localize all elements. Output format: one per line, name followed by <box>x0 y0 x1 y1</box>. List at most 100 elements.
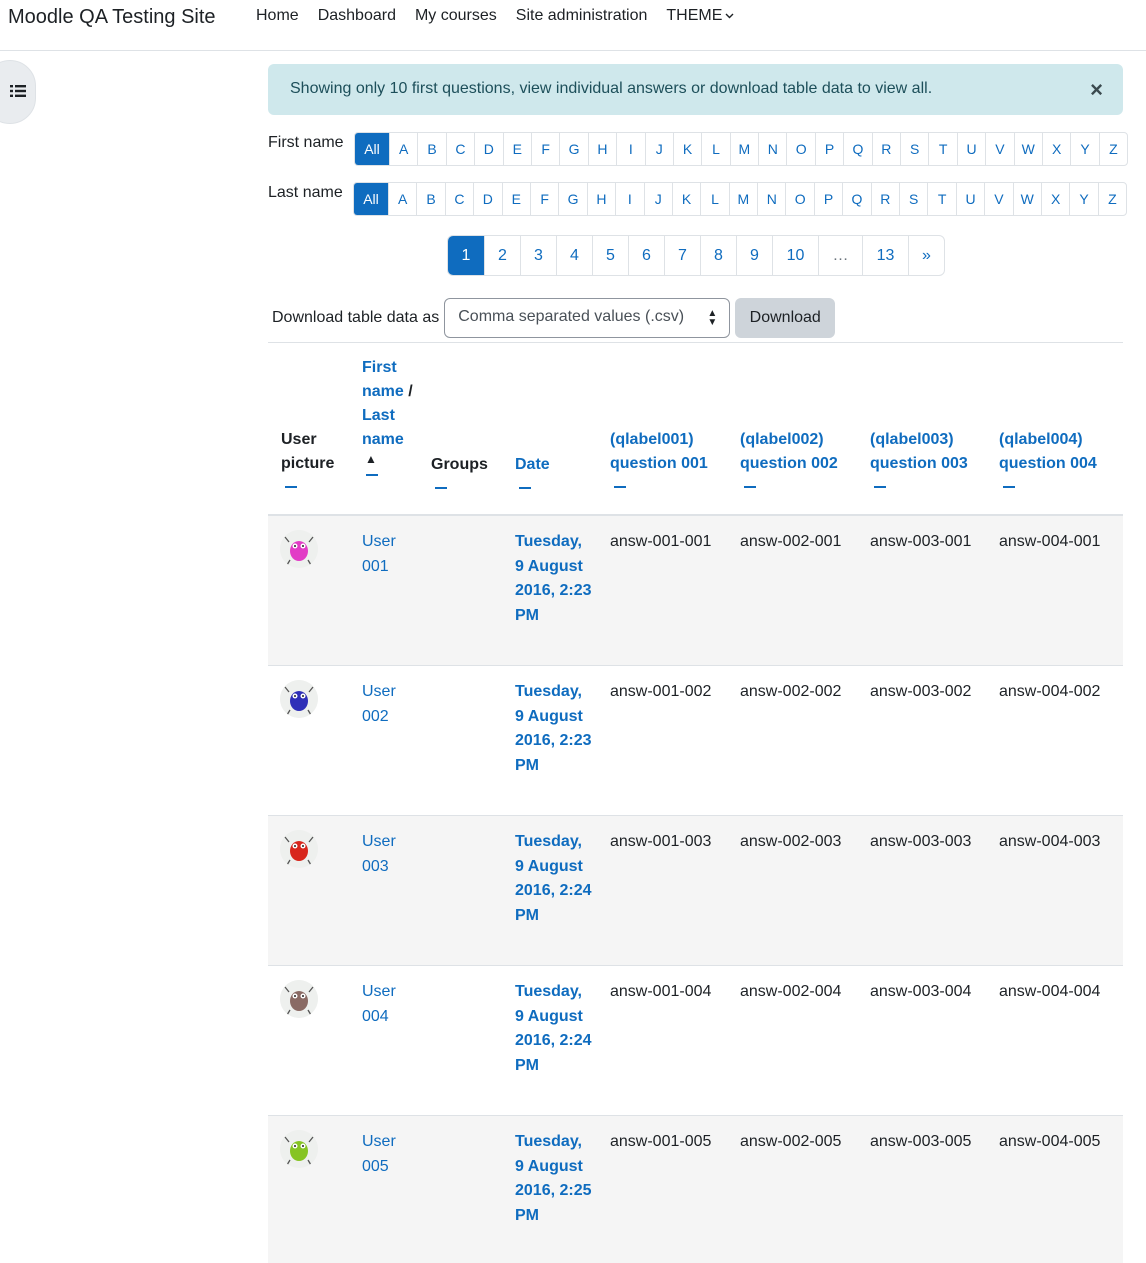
attempt-date-link[interactable]: Tuesday, 9 August 2016, 2:25 PM <box>515 1130 595 1228</box>
lastname-initial-w[interactable]: W <box>1012 183 1041 215</box>
download-button[interactable]: Download <box>735 298 836 338</box>
user-avatar[interactable] <box>280 530 318 568</box>
user-name-link[interactable]: User 002 <box>362 680 412 729</box>
nav-site-administration[interactable]: Site administration <box>516 7 648 25</box>
lastname-initial-v[interactable]: V <box>984 183 1012 215</box>
sort-first-name-link[interactable]: First name <box>362 359 404 400</box>
lastname-initial-j[interactable]: J <box>643 183 672 215</box>
firstname-initial-h[interactable]: H <box>587 133 616 165</box>
collapse-column-icon[interactable] <box>874 486 886 488</box>
lastname-initial-all[interactable]: All <box>354 183 388 215</box>
pagination-page-13[interactable]: 13 <box>862 236 908 275</box>
user-name-link[interactable]: User 003 <box>362 830 412 879</box>
collapse-column-icon[interactable] <box>614 486 626 488</box>
site-brand[interactable]: Moodle QA Testing Site <box>8 6 216 29</box>
lastname-initial-g[interactable]: G <box>558 183 586 215</box>
sort-question-002-name[interactable]: question 002 <box>740 452 838 476</box>
firstname-initial-j[interactable]: J <box>644 133 673 165</box>
sort-question-003-label[interactable]: (qlabel003) <box>870 428 968 452</box>
lastname-initial-e[interactable]: E <box>501 183 530 215</box>
lastname-initial-t[interactable]: T <box>927 183 955 215</box>
lastname-initial-s[interactable]: S <box>899 183 927 215</box>
pagination-page-10[interactable]: 10 <box>772 236 818 275</box>
firstname-initial-all[interactable]: All <box>355 133 389 165</box>
sort-question-001-label[interactable]: (qlabel001) <box>610 428 708 452</box>
attempt-date-link[interactable]: Tuesday, 9 August 2016, 2:24 PM <box>515 830 595 928</box>
lastname-initial-q[interactable]: Q <box>842 183 870 215</box>
firstname-initial-k[interactable]: K <box>672 133 701 165</box>
firstname-initial-v[interactable]: V <box>985 133 1013 165</box>
firstname-initial-a[interactable]: A <box>389 133 417 165</box>
sort-question-004-name[interactable]: question 004 <box>999 452 1097 476</box>
nav-theme[interactable]: THEME <box>666 7 734 25</box>
lastname-initial-o[interactable]: O <box>785 183 813 215</box>
firstname-initial-x[interactable]: X <box>1041 133 1070 165</box>
firstname-initial-o[interactable]: O <box>786 133 814 165</box>
firstname-initial-g[interactable]: G <box>559 133 587 165</box>
sort-question-001-name[interactable]: question 001 <box>610 452 708 476</box>
nav-home[interactable]: Home <box>256 7 299 25</box>
firstname-initial-b[interactable]: B <box>417 133 445 165</box>
lastname-initial-n[interactable]: N <box>757 183 785 215</box>
pagination-page-2[interactable]: 2 <box>484 236 520 275</box>
attempt-date-link[interactable]: Tuesday, 9 August 2016, 2:23 PM <box>515 530 595 628</box>
user-name-link[interactable]: User 005 <box>362 1130 412 1179</box>
lastname-initial-z[interactable]: Z <box>1097 183 1126 215</box>
sort-question-002-label[interactable]: (qlabel002) <box>740 428 838 452</box>
firstname-initial-y[interactable]: Y <box>1070 133 1098 165</box>
collapse-column-icon[interactable] <box>285 486 297 488</box>
pagination-page-7[interactable]: 7 <box>664 236 700 275</box>
pagination-page-5[interactable]: 5 <box>592 236 628 275</box>
user-name-link[interactable]: User 001 <box>362 530 412 579</box>
pagination-page-1[interactable]: 1 <box>448 236 484 275</box>
firstname-initial-u[interactable]: U <box>956 133 985 165</box>
user-avatar[interactable] <box>280 830 318 868</box>
pagination-page-4[interactable]: 4 <box>556 236 592 275</box>
user-avatar[interactable] <box>280 1130 318 1168</box>
firstname-initial-m[interactable]: M <box>729 133 758 165</box>
user-avatar[interactable] <box>280 680 318 718</box>
sort-question-003-name[interactable]: question 003 <box>870 452 968 476</box>
nav-my-courses[interactable]: My courses <box>415 7 497 25</box>
firstname-initial-i[interactable]: I <box>616 133 644 165</box>
lastname-initial-y[interactable]: Y <box>1069 183 1097 215</box>
lastname-initial-x[interactable]: X <box>1040 183 1069 215</box>
firstname-initial-t[interactable]: T <box>928 133 956 165</box>
firstname-initial-w[interactable]: W <box>1013 133 1042 165</box>
lastname-initial-h[interactable]: H <box>586 183 615 215</box>
user-avatar[interactable] <box>280 980 318 1018</box>
lastname-initial-k[interactable]: K <box>671 183 700 215</box>
sort-question-004-label[interactable]: (qlabel004) <box>999 428 1097 452</box>
course-index-toggle[interactable] <box>0 60 36 124</box>
pagination-page-6[interactable]: 6 <box>628 236 664 275</box>
download-format-select[interactable]: Comma separated values (.csv) ▲ ▼ <box>444 298 731 338</box>
lastname-initial-p[interactable]: P <box>813 183 842 215</box>
firstname-initial-d[interactable]: D <box>474 133 502 165</box>
pagination-next[interactable]: » <box>908 236 944 275</box>
sort-date-link[interactable]: Date <box>515 456 550 473</box>
collapse-column-icon[interactable] <box>744 486 756 488</box>
sort-last-name-link[interactable]: Last name <box>362 407 404 448</box>
attempt-date-link[interactable]: Tuesday, 9 August 2016, 2:23 PM <box>515 680 595 778</box>
collapse-column-icon[interactable] <box>519 487 531 489</box>
lastname-initial-l[interactable]: L <box>700 183 728 215</box>
firstname-initial-n[interactable]: N <box>758 133 786 165</box>
lastname-initial-a[interactable]: A <box>388 183 416 215</box>
firstname-initial-l[interactable]: L <box>701 133 729 165</box>
user-name-link[interactable]: User 004 <box>362 980 412 1029</box>
firstname-initial-c[interactable]: C <box>445 133 474 165</box>
lastname-initial-i[interactable]: I <box>615 183 643 215</box>
firstname-initial-p[interactable]: P <box>814 133 843 165</box>
close-icon[interactable]: × <box>1090 77 1103 103</box>
lastname-initial-u[interactable]: U <box>955 183 984 215</box>
firstname-initial-s[interactable]: S <box>900 133 928 165</box>
firstname-initial-r[interactable]: R <box>871 133 900 165</box>
collapse-column-icon[interactable] <box>366 474 378 476</box>
lastname-initial-c[interactable]: C <box>444 183 473 215</box>
lastname-initial-f[interactable]: F <box>529 183 558 215</box>
lastname-initial-d[interactable]: D <box>473 183 501 215</box>
pagination-page-9[interactable]: 9 <box>736 236 772 275</box>
lastname-initial-b[interactable]: B <box>416 183 444 215</box>
firstname-initial-f[interactable]: F <box>530 133 559 165</box>
lastname-initial-r[interactable]: R <box>870 183 899 215</box>
